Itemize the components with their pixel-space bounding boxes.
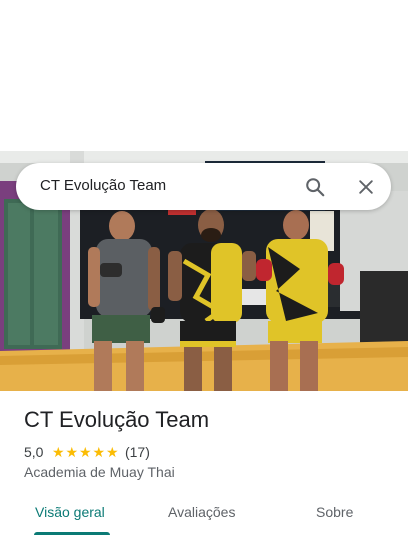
tab-about[interactable]: Sobre — [316, 504, 353, 520]
clear-search-button[interactable] — [352, 173, 380, 201]
place-tabs: Visão geral Avaliações Sobre — [0, 492, 408, 542]
rating-stars: ★ ★ ★ ★ ★ — [51, 445, 119, 459]
search-button[interactable] — [301, 173, 329, 201]
place-title: CT Evolução Team — [24, 407, 210, 432]
tab-reviews[interactable]: Avaliações — [168, 504, 235, 520]
star-icon: ★ — [78, 444, 92, 460]
star-icon: ★ — [51, 444, 65, 460]
star-icon: ★ — [92, 444, 105, 460]
star-icon: ★ — [65, 444, 78, 460]
search-bar[interactable]: CT Evolução Team — [16, 163, 391, 210]
place-category[interactable]: Academia de Muay Thai — [24, 464, 175, 480]
rating-row[interactable]: 5,0 ★ ★ ★ ★ ★ (17) — [24, 443, 150, 461]
active-tab-indicator — [34, 532, 110, 535]
map-top-area — [0, 0, 408, 151]
search-icon — [306, 178, 325, 197]
star-icon: ★ — [105, 444, 119, 460]
close-icon — [359, 180, 373, 194]
search-input[interactable]: CT Evolução Team — [40, 177, 166, 194]
tab-overview[interactable]: Visão geral — [35, 504, 105, 520]
review-count[interactable]: (17) — [125, 444, 150, 460]
rating-value: 5,0 — [24, 444, 44, 460]
